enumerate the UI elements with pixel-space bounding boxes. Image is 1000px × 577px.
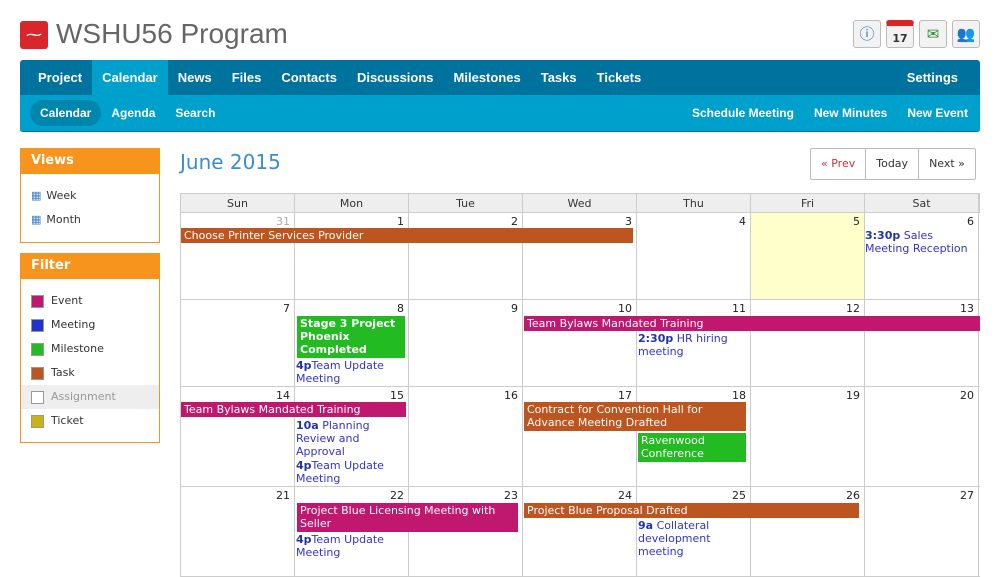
- calendar-bar[interactable]: Team Bylaws Mandated Training: [181, 402, 406, 417]
- filter-title: Filter: [21, 254, 159, 279]
- color-swatch-icon: [31, 342, 44, 356]
- nav-settings[interactable]: Settings: [897, 60, 968, 96]
- day-cell[interactable]: 7: [181, 300, 295, 386]
- filter-label: Event: [51, 294, 83, 307]
- calendar-bar[interactable]: Ravenwood Conference: [638, 433, 746, 462]
- main-nav: Project Calendar News Files Contacts Dis…: [20, 60, 980, 132]
- views-title: Views: [21, 149, 159, 174]
- view-label: Month: [46, 213, 81, 226]
- calendar-bar[interactable]: Team Bylaws Mandated Training: [524, 316, 980, 331]
- calendar-grid-icon: ▦: [31, 189, 42, 202]
- day-cell[interactable]: 3: [523, 213, 637, 299]
- nav-calendar[interactable]: Calendar: [92, 60, 168, 96]
- calendar-icon[interactable]: 17: [886, 20, 914, 48]
- day-cell[interactable]: 4: [637, 213, 751, 299]
- pager: « Prev Today Next »: [810, 148, 976, 180]
- day-cell[interactable]: 9: [409, 300, 523, 386]
- day-cell[interactable]: 20: [865, 387, 979, 486]
- weekday-header: Sun: [181, 194, 295, 212]
- filter-panel: Filter Event Meeting Milestone Task Assignme…: [20, 253, 160, 443]
- users-icon[interactable]: 👥: [952, 20, 980, 48]
- new-event-link[interactable]: New Event: [897, 100, 978, 126]
- calendar-week: 21 22 23 24 25 26 27: [180, 487, 980, 577]
- color-swatch-icon: [31, 390, 44, 404]
- day-cell[interactable]: 13: [865, 300, 979, 386]
- new-minutes-link[interactable]: New Minutes: [804, 100, 897, 126]
- views-panel: Views ▦ Week ▦ Month: [20, 148, 160, 243]
- weekday-header: Fri: [751, 194, 865, 212]
- month-title: June 2015: [180, 150, 281, 174]
- view-month[interactable]: ▦ Month: [21, 208, 159, 232]
- app-logo: ⁓: [20, 21, 48, 49]
- timed-event[interactable]: 2:30p HR hiring meeting: [638, 332, 748, 358]
- filter-label: Ticket: [51, 414, 84, 427]
- next-button[interactable]: Next »: [919, 149, 975, 179]
- nav-tasks[interactable]: Tasks: [531, 60, 587, 96]
- view-week[interactable]: ▦ Week: [21, 184, 159, 208]
- calendar-bar[interactable]: Contract for Convention Hall for Advance…: [524, 402, 746, 431]
- subnav-search[interactable]: Search: [165, 100, 225, 126]
- weekday-header: Sat: [865, 194, 979, 212]
- view-label: Week: [46, 189, 77, 202]
- calendar-bar[interactable]: Stage 3 Project Phoenix Completed: [297, 316, 405, 358]
- timed-event[interactable]: 4pTeam Update Meeting: [296, 359, 406, 385]
- color-swatch-icon: [31, 318, 44, 332]
- subnav-agenda[interactable]: Agenda: [101, 100, 165, 126]
- schedule-meeting-link[interactable]: Schedule Meeting: [682, 100, 804, 126]
- day-cell[interactable]: 19: [751, 387, 865, 486]
- today-button[interactable]: Today: [866, 149, 920, 179]
- calendar-bar[interactable]: Project Blue Licensing Meeting with Sell…: [297, 503, 518, 532]
- calendar-week: 31 1 2 3 4 5 6: [180, 213, 980, 300]
- month-calendar: Sun Mon Tue Wed Thu Fri Sat 31 1 2 3 4 5 6 7 8 9 10 11 12 1…: [180, 193, 980, 577]
- timed-event[interactable]: 4pTeam Update Meeting: [296, 459, 406, 485]
- color-swatch-icon: [31, 366, 44, 380]
- timed-event[interactable]: 10a Planning Review and Approval: [296, 419, 406, 458]
- filter-label: Assignment: [51, 390, 116, 403]
- color-swatch-icon: [31, 294, 44, 308]
- export-mail-icon[interactable]: ✉: [919, 20, 947, 48]
- filter-event[interactable]: Event: [21, 289, 159, 313]
- filter-milestone[interactable]: Milestone: [21, 337, 159, 361]
- nav-tickets[interactable]: Tickets: [587, 60, 652, 96]
- timed-event[interactable]: 3:30p Sales Meeting Reception: [865, 229, 975, 255]
- subnav-calendar[interactable]: Calendar: [30, 100, 102, 126]
- day-cell[interactable]: 6: [865, 213, 979, 299]
- nav-milestones[interactable]: Milestones: [444, 60, 531, 96]
- filter-label: Task: [51, 366, 75, 379]
- filter-ticket[interactable]: Ticket: [21, 409, 159, 433]
- day-cell[interactable]: 12: [751, 300, 865, 386]
- app-title: WSHU56 Program: [56, 18, 288, 49]
- weekday-header: Wed: [523, 194, 637, 212]
- day-cell[interactable]: 2: [409, 213, 523, 299]
- filter-label: Meeting: [51, 318, 96, 331]
- calendar-grid-icon: ▦: [31, 213, 42, 226]
- day-cell[interactable]: 10: [523, 300, 637, 386]
- filter-assignment[interactable]: Assignment: [21, 385, 159, 409]
- weekday-header: Tue: [409, 194, 523, 212]
- weekday-header: Mon: [295, 194, 409, 212]
- color-swatch-icon: [31, 414, 44, 428]
- filter-meeting[interactable]: Meeting: [21, 313, 159, 337]
- filter-task[interactable]: Task: [21, 361, 159, 385]
- filter-label: Milestone: [51, 342, 104, 355]
- day-cell[interactable]: 5: [751, 213, 865, 299]
- timed-event[interactable]: 9a Collateral development meeting: [638, 519, 748, 558]
- day-cell[interactable]: 16: [409, 387, 523, 486]
- info-icon[interactable]: ⓘ: [853, 20, 881, 48]
- timed-event[interactable]: 4pTeam Update Meeting: [296, 533, 406, 559]
- nav-project[interactable]: Project: [28, 60, 92, 96]
- day-cell[interactable]: 1: [295, 213, 409, 299]
- day-cell[interactable]: 31: [181, 213, 295, 299]
- nav-files[interactable]: Files: [222, 60, 272, 96]
- nav-discussions[interactable]: Discussions: [347, 60, 444, 96]
- nav-news[interactable]: News: [168, 60, 222, 96]
- calendar-bar[interactable]: Project Blue Proposal Drafted: [524, 503, 859, 518]
- prev-button[interactable]: « Prev: [811, 149, 867, 179]
- weekday-header: Thu: [637, 194, 751, 212]
- nav-contacts[interactable]: Contacts: [271, 60, 347, 96]
- calendar-bar[interactable]: Choose Printer Services Provider: [181, 228, 633, 243]
